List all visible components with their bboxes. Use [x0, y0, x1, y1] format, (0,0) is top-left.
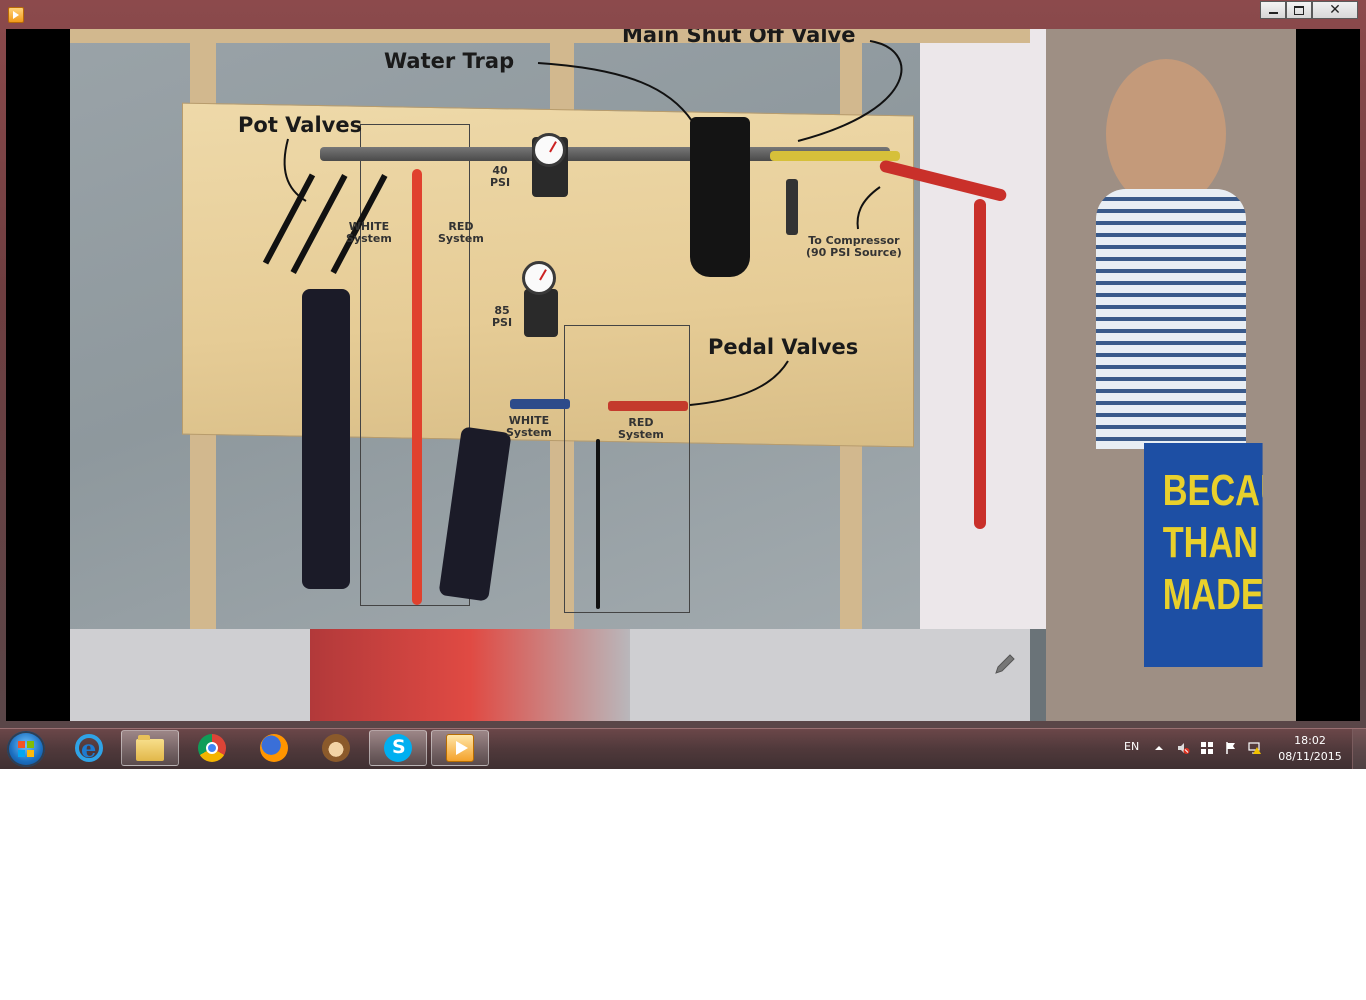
action-center-flag-icon[interactable] [1224, 741, 1238, 755]
photo-bottom-detail [310, 629, 630, 721]
taskbar-file-explorer[interactable] [121, 730, 179, 766]
ad-banner: BECAUSE THAN HIG MADE CO [1144, 443, 1263, 667]
media-viewer-window: ✕ Main Shut Off Valve Water Trap Pot Val… [0, 0, 1366, 728]
volume-muted-icon[interactable] [1176, 741, 1190, 755]
system-clock[interactable]: 18:02 08/11/2015 [1270, 733, 1350, 765]
taskbar-firefox[interactable] [245, 730, 303, 766]
show-desktop-button[interactable] [1352, 729, 1366, 769]
pencil-icon [995, 654, 1015, 674]
monkey-icon [322, 734, 350, 762]
image-viewport: Main Shut Off Valve Water Trap Pot Valve… [6, 29, 1360, 721]
start-button[interactable] [7, 731, 45, 767]
taskbar-media-player[interactable] [431, 730, 489, 766]
firefox-icon [260, 734, 288, 762]
minimize-button[interactable] [1260, 1, 1286, 19]
taskbar-monkey-app[interactable] [307, 730, 365, 766]
network-warning-icon[interactable] [1248, 741, 1262, 755]
taskbar-skype[interactable] [369, 730, 427, 766]
folder-icon [136, 735, 164, 761]
clock-time: 18:02 [1294, 734, 1326, 747]
media-player-app-icon[interactable] [8, 7, 24, 23]
maximize-button[interactable] [1286, 1, 1312, 19]
striped-top [1096, 189, 1246, 449]
black-hose [596, 439, 600, 609]
maximize-icon [1294, 5, 1304, 15]
ie-icon [75, 734, 103, 763]
skype-icon [384, 734, 412, 762]
close-icon: ✕ [1329, 2, 1341, 18]
taskbar: EN 18:02 08/11/2015 [0, 728, 1366, 769]
language-indicator[interactable]: EN [1124, 740, 1139, 753]
annotation-arrows [283, 40, 903, 406]
taskbar-internet-explorer[interactable] [60, 730, 118, 766]
photo: Main Shut Off Valve Water Trap Pot Valve… [70, 29, 1296, 721]
chrome-icon [198, 734, 226, 762]
minimize-icon [1268, 12, 1278, 14]
close-button[interactable]: ✕ [1312, 1, 1358, 19]
clock-date: 08/11/2015 [1278, 750, 1342, 763]
windows-logo-icon[interactable] [1200, 741, 1214, 755]
taskbar-google-chrome[interactable] [183, 730, 241, 766]
person-figure [1106, 59, 1226, 209]
media-player-icon [446, 734, 474, 762]
window-controls: ✕ [1260, 1, 1358, 19]
show-hidden-icons-icon[interactable] [1152, 741, 1166, 755]
